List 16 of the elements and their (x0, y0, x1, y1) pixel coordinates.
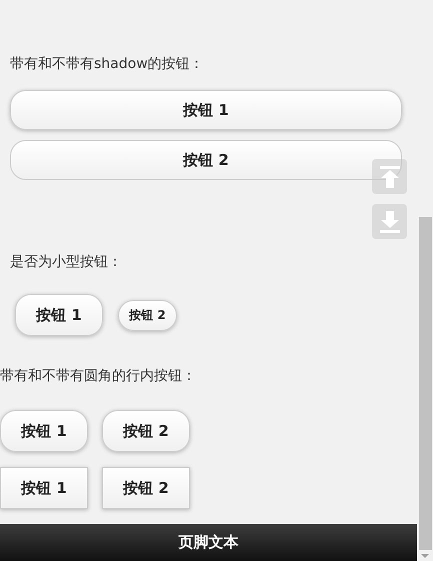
button[interactable]: 按钮 1 (0, 467, 88, 509)
footer-title: 页脚文本 (178, 533, 238, 552)
button[interactable]: 按钮 2 (102, 410, 190, 452)
section-label: 带有和不带有圆角的行内按钮： (0, 367, 197, 386)
arrow-up-icon (380, 166, 400, 188)
button[interactable]: 按钮 1 (10, 90, 402, 130)
scroll-bottom-button[interactable] (372, 204, 407, 239)
button[interactable]: 按钮 2 (102, 467, 190, 509)
section-label: 是否为小型按钮： (10, 253, 123, 272)
button[interactable]: 按钮 2 (10, 140, 402, 180)
section-label: 带有和不带有shadow的按钮： (10, 55, 205, 74)
button[interactable]: 按钮 2 (118, 300, 177, 330)
scroll-top-button[interactable] (372, 159, 407, 194)
arrow-down-icon (380, 210, 400, 232)
button[interactable]: 按钮 1 (0, 410, 88, 452)
button[interactable]: 按钮 1 (15, 294, 103, 336)
